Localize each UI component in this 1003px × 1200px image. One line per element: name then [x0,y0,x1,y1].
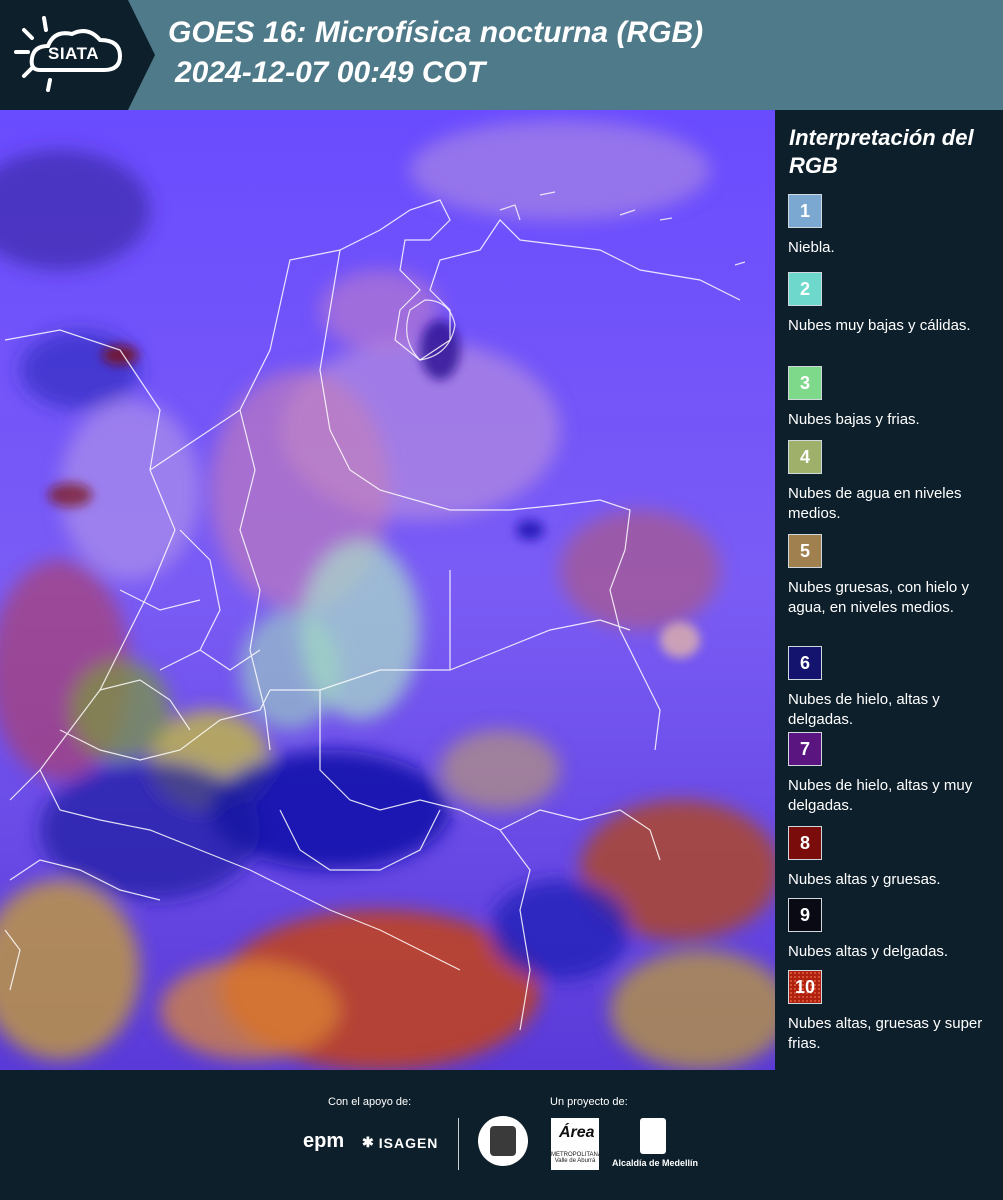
area-logo-subtitle: METROPOLITANA Valle de Aburrá [551,1152,602,1164]
legend-desc-8: Nubes altas y gruesas. [788,871,941,888]
legend-swatch-10: 10 [788,970,822,1004]
page-timestamp: 2024-12-07 00:49 COT [175,56,486,89]
satellite-map [0,110,775,1070]
legend-desc-2: Nubes muy bajas y cálidas. [788,317,971,334]
legend-desc-6: Nubes de hielo, altas y delgadas. [788,691,940,728]
legend-desc-4: Nubes de agua en niveles medios. [788,485,962,522]
siata-logo-text: SIATA [48,44,99,63]
isagen-logo: ✱ ISAGEN [362,1134,438,1151]
legend-swatch-3: 3 [788,366,822,400]
area-metropolitana-logo: Área METROPOLITANA Valle de Aburrá [551,1118,602,1170]
legend-title: Interpretación del RGB [789,125,974,178]
legend-desc-3: Nubes bajas y frias. [788,411,920,428]
support-label: Con el apoyo de: [328,1096,412,1108]
legend-swatch-6: 6 [788,646,822,680]
legend-desc-1: Niebla. [788,239,835,256]
legend-desc-9: Nubes altas y delgadas. [788,943,949,960]
project-label: Un proyecto de: [550,1096,628,1108]
header: SIATA GOES 16: Microfísica nocturna (RGB… [0,0,1003,110]
footer-divider [458,1118,459,1170]
isagen-star-icon: ✱ [362,1134,375,1150]
legend-item-7: 7 Nubes de hielo, altas y muy delgadas. [788,732,993,816]
rgb-legend: Interpretación del RGB 1 Niebla. 2 Nubes… [775,110,1003,1070]
legend-swatch-2: 2 [788,272,822,306]
legend-item-10: 10 Nubes altas, gruesas y super frias. [788,970,993,1054]
legend-swatch-5: 5 [788,534,822,568]
satellite-image [0,110,775,1070]
legend-swatch-4: 4 [788,440,822,474]
legend-swatch-7: 7 [788,732,822,766]
medellin-logo-text: Alcaldía de Medellín [612,1158,699,1168]
legend-swatch-9: 9 [788,898,822,932]
legend-desc-10: Nubes altas, gruesas y super frias. [788,1015,983,1052]
footer: Con el apoyo de: Un proyecto de: epm ✱ I… [0,1070,1003,1200]
legend-item-2: 2 Nubes muy bajas y cálidas. [788,272,993,336]
legend-item-6: 6 Nubes de hielo, altas y delgadas. [788,646,993,730]
legend-desc-5: Nubes gruesas, con hielo y agua, en nive… [788,579,969,616]
legend-item-5: 5 Nubes gruesas, con hielo y agua, en ni… [788,534,993,618]
legend-item-8: 8 Nubes altas y gruesas. [788,826,993,890]
legend-item-1: 1 Niebla. [788,194,993,258]
legend-desc-7: Nubes de hielo, altas y muy delgadas. [788,777,973,814]
legend-swatch-8: 8 [788,826,822,860]
university-seal-logo [478,1116,528,1166]
epm-logo: epm [303,1130,345,1152]
page-title: GOES 16: Microfísica nocturna (RGB) [168,16,704,49]
legend-item-4: 4 Nubes de agua en niveles medios. [788,440,993,524]
siata-logo: SIATA [0,0,160,110]
isagen-logo-text: ISAGEN [378,1134,439,1151]
legend-item-3: 3 Nubes bajas y frias. [788,366,993,430]
medellin-crest-logo [640,1118,666,1154]
legend-swatch-1: 1 [788,194,822,228]
area-logo-word: Área [559,1124,595,1141]
legend-item-9: 9 Nubes altas y delgadas. [788,898,993,962]
